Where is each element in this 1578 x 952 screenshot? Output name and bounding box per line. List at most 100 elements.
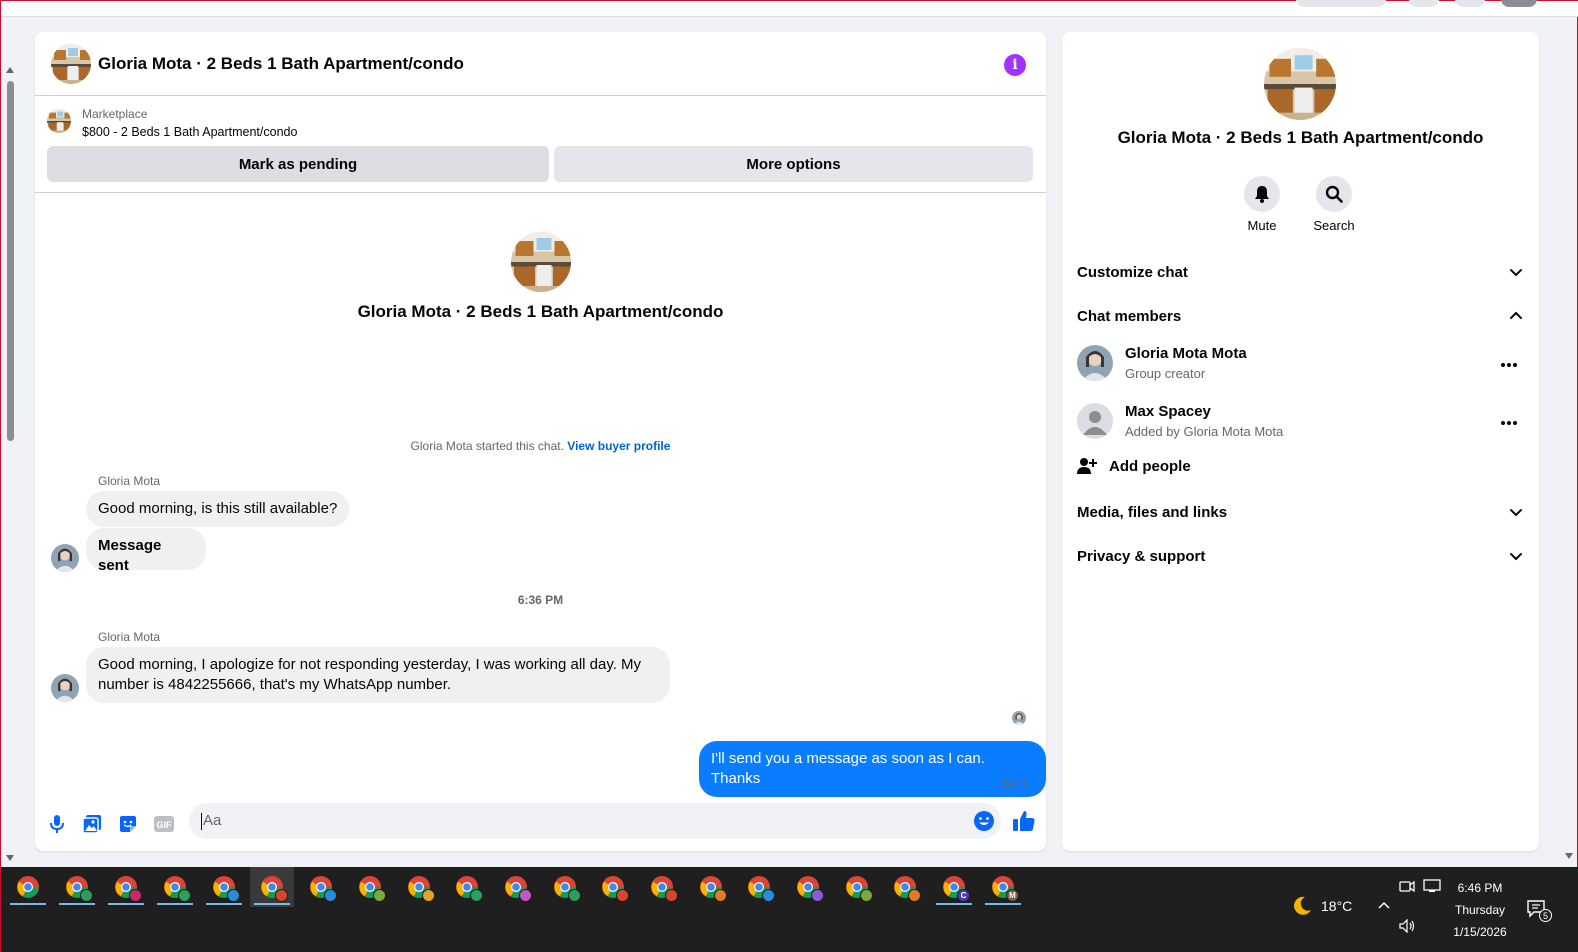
message-bubble[interactable]: Good morning, is this still available?: [86, 491, 350, 527]
listing-thumbnail[interactable]: [47, 109, 71, 133]
message-bubble[interactable]: Message sent: [86, 528, 206, 574]
profile-badge-icon: [373, 889, 386, 902]
add-person-icon: [1077, 458, 1097, 474]
chevron-down-icon: [1510, 553, 1522, 561]
scroll-up-arrow-icon[interactable]: [6, 67, 14, 73]
meet-now-icon[interactable]: [1399, 879, 1415, 896]
marketplace-label: Marketplace: [82, 107, 148, 121]
thumbs-up-icon[interactable]: [1011, 808, 1037, 834]
search-action[interactable]: Search: [1299, 176, 1369, 233]
system-message: Gloria Mota started this chat. View buye…: [35, 439, 1046, 453]
taskbar-chrome-item[interactable]: [153, 867, 197, 907]
more-options-icon[interactable]: [1495, 409, 1523, 437]
taskbar-chrome-item[interactable]: [883, 867, 927, 907]
volume-icon[interactable]: [1399, 918, 1417, 936]
listing-avatar-large[interactable]: [1264, 48, 1336, 120]
add-people-button[interactable]: Add people: [1077, 457, 1191, 475]
taskbar-open-indicator: [108, 903, 144, 905]
listing-avatar-large[interactable]: [511, 232, 571, 292]
chrome-icon: [358, 875, 386, 902]
browser-top-strip: [1, 0, 1578, 17]
emoji-icon[interactable]: [973, 810, 995, 832]
privacy-support-row[interactable]: Privacy & support: [1077, 544, 1523, 568]
system-clock[interactable]: 6:46 PM Thursday 1/15/2026: [1441, 877, 1519, 943]
sender-avatar[interactable]: [51, 674, 79, 702]
chat-member-item[interactable]: Max Spacey Added by Gloria Mota Mota: [1077, 403, 1523, 443]
taskbar-chrome-item[interactable]: [6, 867, 50, 907]
taskbar-chrome-item[interactable]: [55, 867, 99, 907]
photo-icon[interactable]: [80, 812, 104, 836]
sender-name: Gloria Mota: [98, 474, 161, 488]
scrollbar-thumb[interactable]: [7, 81, 14, 441]
taskbar-chrome-item[interactable]: [445, 867, 489, 907]
microphone-icon[interactable]: [45, 812, 69, 836]
taskbar-chrome-item[interactable]: [786, 867, 830, 907]
member-name: Gloria Mota Mota: [1125, 345, 1247, 362]
taskbar-open-indicator: [254, 903, 290, 905]
taskbar-chrome-item[interactable]: [299, 867, 343, 907]
my-message-bubble[interactable]: I'll send you a message as soon as I can…: [699, 741, 1046, 797]
customize-chat-row[interactable]: Customize chat: [1077, 260, 1523, 284]
taskbar-chrome-item[interactable]: [591, 867, 635, 907]
mark-as-pending-button[interactable]: Mark as pending: [47, 146, 549, 182]
listing-price-title[interactable]: $800 - 2 Beds 1 Bath Apartment/condo: [82, 125, 297, 139]
info-panel-title: Gloria Mota · 2 Beds 1 Bath Apartment/co…: [1117, 128, 1484, 147]
profile-badge-c: C: [957, 889, 970, 902]
taskbar-chrome-item[interactable]: [494, 867, 538, 907]
view-buyer-profile-link[interactable]: View buyer profile: [567, 439, 670, 453]
network-icon[interactable]: [1423, 879, 1441, 896]
member-name: Max Spacey: [1125, 403, 1211, 420]
chat-members-row[interactable]: Chat members: [1077, 304, 1523, 328]
marketplace-bar: Marketplace $800 - 2 Beds 1 Bath Apartme…: [35, 97, 1046, 193]
notification-center-icon[interactable]: 5: [1525, 897, 1552, 922]
chrome-icon: C: [942, 875, 970, 902]
more-options-button[interactable]: More options: [554, 146, 1033, 182]
scroll-down-arrow-icon[interactable]: [6, 855, 14, 861]
taskbar-chrome-item[interactable]: [689, 867, 733, 907]
chevron-up-icon[interactable]: [1377, 899, 1391, 913]
message-input[interactable]: Aa: [189, 803, 1001, 839]
scroll-down-arrow-icon[interactable]: [1565, 853, 1573, 859]
listing-avatar[interactable]: [51, 44, 91, 84]
taskbar-chrome-item-active[interactable]: [250, 867, 294, 907]
taskbar-chrome-item[interactable]: [348, 867, 392, 907]
notification-count: 5: [1539, 909, 1552, 922]
chrome-icon: [260, 875, 288, 902]
chat-title[interactable]: Gloria Mota · 2 Beds 1 Bath Apartment/co…: [98, 54, 464, 74]
clock-time: 6:46 PM: [1457, 881, 1503, 895]
taskbar-chrome-item[interactable]: [397, 867, 441, 907]
taskbar-chrome-item[interactable]: [104, 867, 148, 907]
message-bubble[interactable]: Good morning, I apologize for not respon…: [86, 647, 670, 703]
taskbar-chrome-item[interactable]: [835, 867, 879, 907]
more-options-icon[interactable]: [1495, 351, 1523, 379]
taskbar-chrome-item[interactable]: C: [932, 867, 976, 907]
member-avatar-placeholder[interactable]: [1077, 403, 1113, 439]
taskbar-chrome-item[interactable]: [543, 867, 587, 907]
chrome-icon: [553, 875, 581, 902]
sender-name: Gloria Mota: [98, 630, 161, 644]
chrome-icon: [407, 875, 435, 902]
gif-icon[interactable]: GIF: [152, 812, 176, 836]
search-icon[interactable]: [1316, 176, 1352, 212]
chrome-icon: [796, 875, 824, 902]
info-icon[interactable]: i: [1004, 54, 1026, 76]
system-message-text: Gloria Mota started this chat.: [410, 439, 564, 453]
profile-badge-icon: [227, 889, 240, 902]
page-scrollbar[interactable]: [4, 65, 16, 861]
chrome-icon: [650, 875, 678, 902]
taskbar-chrome-item[interactable]: [202, 867, 246, 907]
media-files-links-row[interactable]: Media, files and links: [1077, 500, 1523, 524]
chat-member-item[interactable]: Gloria Mota Mota Group creator: [1077, 345, 1523, 385]
taskbar-chrome-item[interactable]: [640, 867, 684, 907]
member-role: Group creator: [1125, 366, 1206, 381]
bell-icon[interactable]: [1244, 176, 1280, 212]
weather-widget[interactable]: 18°C: [1291, 895, 1352, 917]
mute-action[interactable]: Mute: [1227, 176, 1297, 233]
sticker-icon[interactable]: [116, 812, 140, 836]
profile-badge-icon: [422, 889, 435, 902]
taskbar-chrome-item[interactable]: [737, 867, 781, 907]
windows-taskbar: C M 18°C 6:46 PM Thursday 1/15/2026 5: [1, 867, 1578, 952]
sender-avatar[interactable]: [51, 544, 79, 572]
taskbar-chrome-item[interactable]: M: [981, 867, 1025, 907]
member-avatar[interactable]: [1077, 345, 1113, 381]
